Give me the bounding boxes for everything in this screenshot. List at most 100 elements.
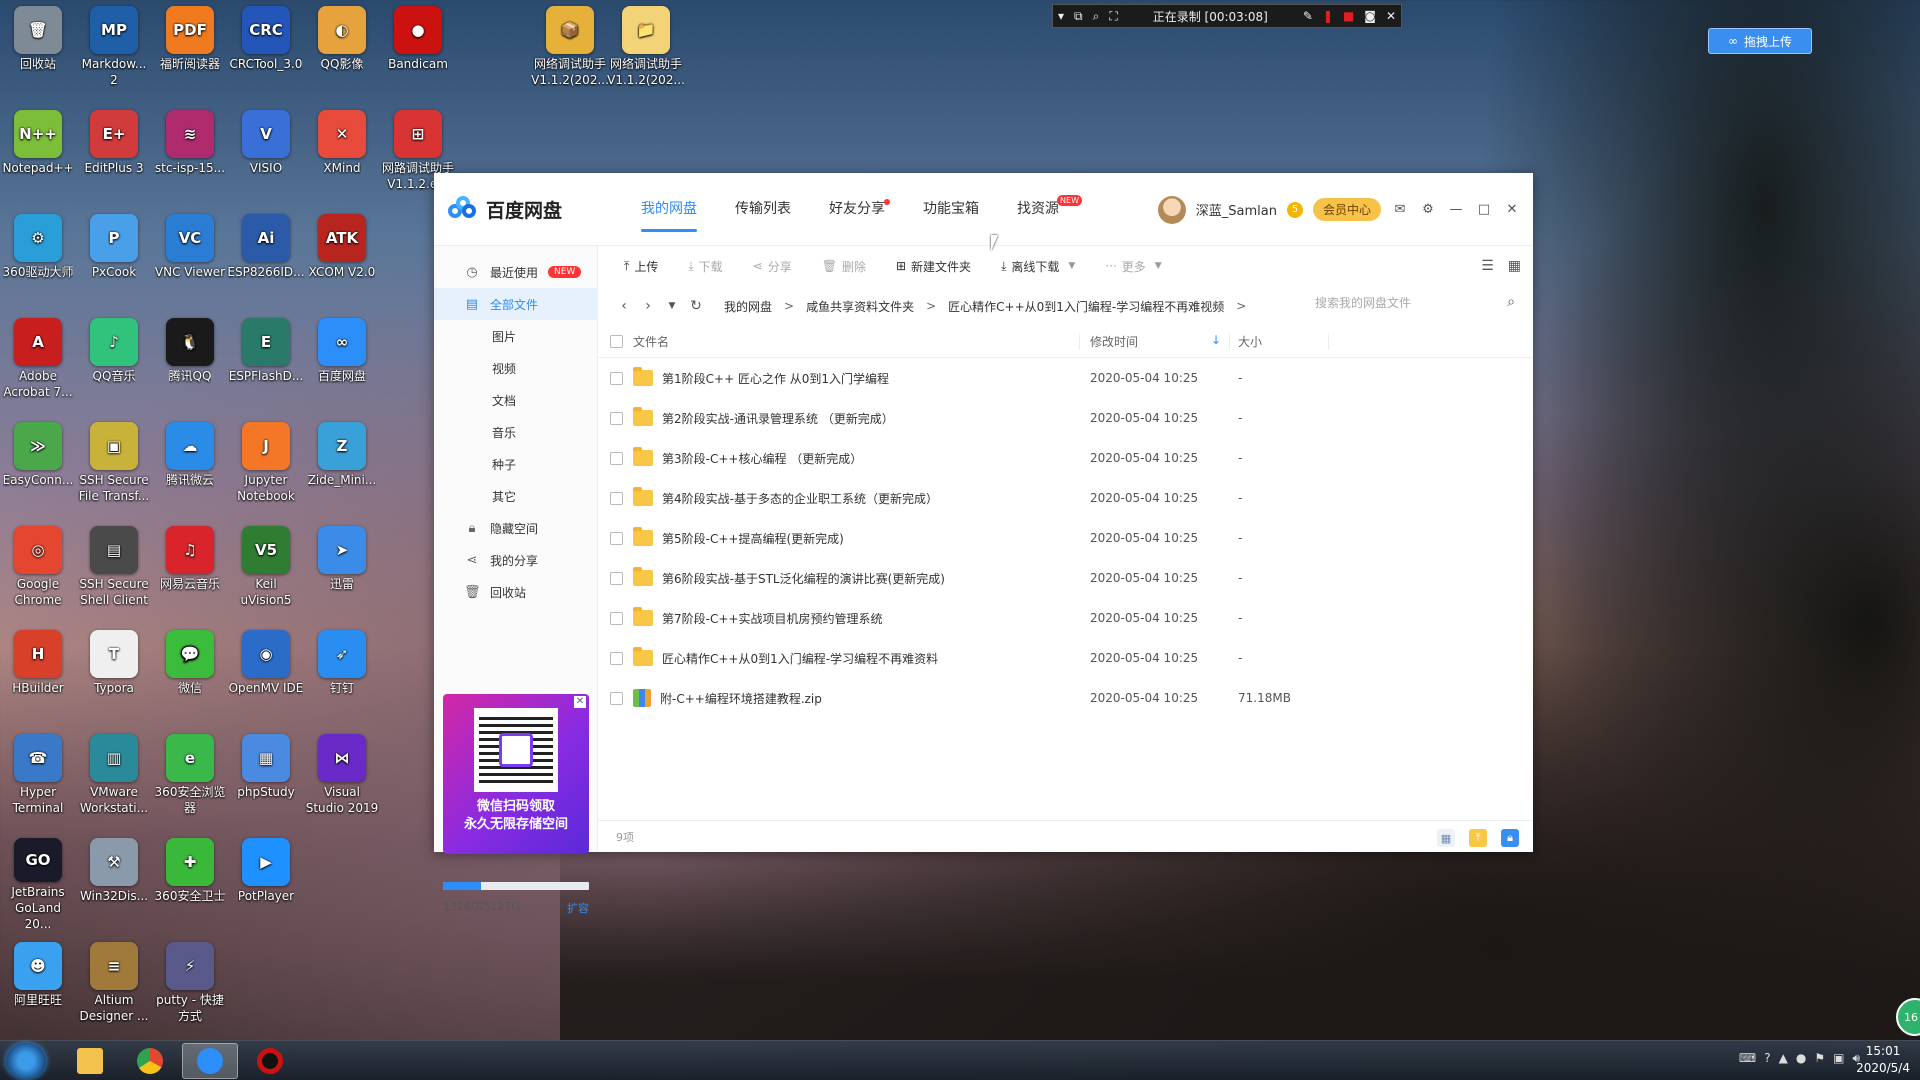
promo-banner[interactable]: ✕ 微信扫码领取 永久无限存储空间: [443, 694, 589, 854]
close-window-icon[interactable]: ✕: [1503, 202, 1521, 217]
sidebar-item-images[interactable]: 图片: [434, 320, 597, 352]
recording-toolbar[interactable]: ▾ ⧉ ⌕ ⛶ 正在录制 [00:03:08] ✎ ❚ ■ ◙ ✕: [1052, 4, 1402, 28]
start-button[interactable]: [6, 1043, 46, 1079]
network-icon[interactable]: ▣: [1833, 1051, 1844, 1066]
desktop-icon[interactable]: ≋ stc-isp-15...: [152, 104, 228, 200]
desktop-icon[interactable]: ➤ 迅雷: [304, 520, 380, 616]
column-time[interactable]: 修改时间 ↓: [1079, 333, 1229, 350]
desktop-icon[interactable]: CRC CRCTool_3.0: [228, 0, 304, 96]
desktop-icon[interactable]: ⋈ Visual Studio 2019: [304, 728, 380, 824]
history-dropdown-icon[interactable]: ▼: [660, 301, 684, 311]
sidebar-item-documents[interactable]: 文档: [434, 384, 597, 416]
desktop-icon[interactable]: ☁ 腾讯微云: [152, 416, 228, 512]
file-name-cell[interactable]: 附-C++编程环境搭建教程.zip: [633, 689, 1079, 707]
desktop-icon[interactable]: ⚙ 360驱动大师: [0, 208, 76, 304]
desktop-icon[interactable]: ≡ Altium Designer ...: [76, 936, 152, 1032]
window-icon[interactable]: ⧉: [1069, 9, 1088, 24]
select-all-checkbox[interactable]: [610, 335, 623, 348]
sidebar-item-recent[interactable]: ◷ 最近使用 NEW: [434, 256, 597, 288]
desktop-icon[interactable]: ▤ SSH Secure Shell Client: [76, 520, 152, 616]
desktop-icon[interactable]: V VISIO: [228, 104, 304, 200]
sidebar-item-music[interactable]: 音乐: [434, 416, 597, 448]
dropdown-icon[interactable]: ▾: [1053, 9, 1069, 23]
column-size[interactable]: 大小: [1229, 333, 1329, 350]
sidebar-item-other[interactable]: 其它: [434, 480, 597, 512]
tab-transfer-list[interactable]: 传输列表: [716, 173, 810, 246]
taskbar-explorer[interactable]: [62, 1043, 118, 1079]
row-checkbox[interactable]: [610, 531, 623, 545]
pause-icon[interactable]: ❚: [1318, 9, 1338, 23]
file-name-cell[interactable]: 第1阶段C++ 匠心之作 从0到1入门学编程: [633, 367, 1079, 387]
desktop-icon[interactable]: E ESPFlashD...: [228, 312, 304, 408]
desktop-icon[interactable]: e 360安全浏览器: [152, 728, 228, 824]
clock[interactable]: 15:01 2020/5/4: [1856, 1043, 1910, 1077]
desktop-icon[interactable]: H HBuilder: [0, 624, 76, 720]
desktop-icon[interactable]: A Adobe Acrobat 7...: [0, 312, 76, 408]
table-row[interactable]: 第5阶段-C++提高编程(更新完成) 2020-05-04 10:25 -: [598, 518, 1533, 558]
tab-find-resources[interactable]: 找资源 NEW: [998, 173, 1082, 246]
row-checkbox[interactable]: [610, 411, 623, 425]
upload-button[interactable]: ⤒ 上传: [614, 258, 668, 275]
new-folder-button[interactable]: ⊞ 新建文件夹: [886, 258, 981, 275]
desktop-icon[interactable]: V5 Keil uVision5: [228, 520, 304, 616]
grid-view-icon[interactable]: ▦: [1508, 258, 1521, 274]
desktop-icon[interactable]: VC VNC Viewer: [152, 208, 228, 304]
table-row[interactable]: 第2阶段实战-通讯录管理系统 （更新完成） 2020-05-04 10:25 -: [598, 398, 1533, 438]
taskbar-chrome[interactable]: [122, 1043, 178, 1079]
sort-icon[interactable]: ☰: [1481, 258, 1494, 274]
desktop-icon[interactable]: 📦 网络调试助手 V1.1.2(202...: [531, 0, 609, 96]
table-row[interactable]: 第6阶段实战-基于STL泛化编程的演讲比赛(更新完成) 2020-05-04 10…: [598, 558, 1533, 598]
maximize-icon[interactable]: □: [1475, 202, 1493, 217]
desktop-icon[interactable]: ◉ OpenMV IDE: [228, 624, 304, 720]
table-row[interactable]: 第7阶段-C++实战项目机房预约管理系统 2020-05-04 10:25 -: [598, 598, 1533, 638]
desktop-icon[interactable]: 🗑 回收站: [0, 0, 76, 96]
desktop-icon[interactable]: ☎ Hyper Terminal: [0, 728, 76, 824]
breadcrumb-item[interactable]: 匠心精作C++从0到1入门编程-学习编程不再难视频: [948, 298, 1224, 315]
upload-folder-icon[interactable]: ⤒: [1469, 829, 1487, 847]
close-icon[interactable]: ✕: [1381, 9, 1401, 23]
desktop-icon[interactable]: 🐧 腾讯QQ: [152, 312, 228, 408]
pen-icon[interactable]: ✎: [1298, 9, 1318, 23]
desktop-icon[interactable]: ATK XCOM V2.0: [304, 208, 380, 304]
help-icon[interactable]: ?: [1764, 1051, 1770, 1066]
minimize-icon[interactable]: —: [1447, 202, 1465, 217]
row-checkbox[interactable]: [610, 691, 623, 705]
flag-icon[interactable]: ⚑: [1814, 1051, 1825, 1066]
table-row[interactable]: 匠心精作C++从0到1入门编程-学习编程不再难资料 2020-05-04 10:2…: [598, 638, 1533, 678]
row-checkbox[interactable]: [610, 451, 623, 465]
settings-icon[interactable]: ⚙: [1419, 202, 1437, 217]
row-checkbox[interactable]: [610, 571, 623, 585]
column-name[interactable]: 文件名: [633, 333, 1079, 350]
tray-app-icon[interactable]: ●: [1796, 1051, 1806, 1066]
file-name-cell[interactable]: 第4阶段实战-基于多态的企业职工系统（更新完成）: [633, 487, 1079, 507]
desktop-icon[interactable]: T Typora: [76, 624, 152, 720]
file-name-cell[interactable]: 第6阶段实战-基于STL泛化编程的演讲比赛(更新完成): [633, 567, 1079, 587]
desktop-icon[interactable]: ▶ PotPlayer: [228, 832, 304, 928]
desktop-icon[interactable]: ▦ phpStudy: [228, 728, 304, 824]
camera-icon[interactable]: ◙: [1359, 9, 1381, 23]
desktop-icon[interactable]: ➶ 钉钉: [304, 624, 380, 720]
share-button[interactable]: ⋖ 分享: [743, 258, 802, 275]
taskbar-bandicam[interactable]: [242, 1043, 298, 1079]
breadcrumb-item[interactable]: 我的网盘: [724, 298, 772, 315]
desktop-icon[interactable]: ✚ 360安全卫士: [152, 832, 228, 928]
keyboard-icon[interactable]: ⌨: [1739, 1051, 1756, 1066]
lock-icon[interactable]: 🔒︎: [1501, 829, 1519, 847]
refresh-icon[interactable]: ↻: [684, 298, 708, 314]
tab-toolbox[interactable]: 功能宝箱: [904, 173, 998, 246]
region-icon[interactable]: ⛶: [1104, 9, 1122, 24]
taskbar-baidu-netdisk[interactable]: [182, 1043, 238, 1079]
desktop-icon[interactable]: 📁 网络调试助手 V1.1.2(202...: [607, 0, 685, 96]
promo-close-icon[interactable]: ✕: [574, 696, 586, 708]
desktop-icon[interactable]: ⚒ Win32Dis...: [76, 832, 152, 928]
table-row[interactable]: 附-C++编程环境搭建教程.zip 2020-05-04 10:25 71.18MB: [598, 678, 1533, 718]
download-button[interactable]: ⤓ 下载: [678, 258, 732, 275]
desktop-icon[interactable]: ≫ EasyConn...: [0, 416, 76, 512]
search-input[interactable]: 搜索我的网盘文件 ⌕: [1315, 288, 1515, 316]
sidebar-item-my-share[interactable]: ⋖ 我的分享: [434, 544, 597, 576]
zoom-icon[interactable]: ⌕: [1088, 9, 1105, 24]
offline-download-button[interactable]: ⤓ 离线下载 ▼: [991, 258, 1085, 275]
desktop-icon[interactable]: ◎ Google Chrome: [0, 520, 76, 616]
desktop-icon[interactable]: ▣ SSH Secure File Transf...: [76, 416, 152, 512]
desktop-icon[interactable]: ♪ QQ音乐: [76, 312, 152, 408]
